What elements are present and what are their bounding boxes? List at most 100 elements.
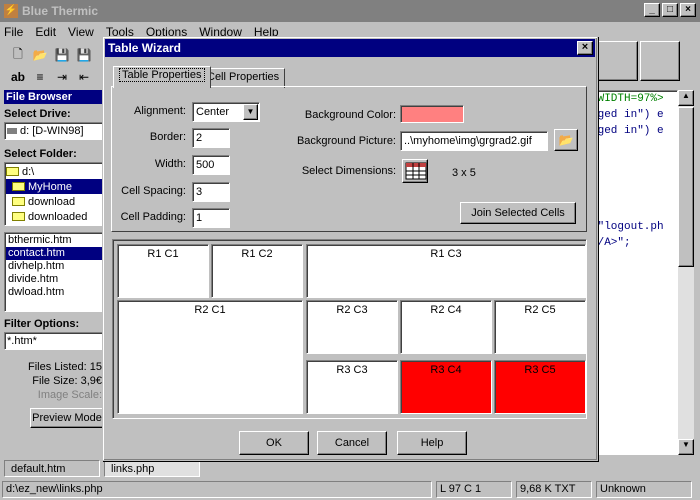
new-file-icon[interactable]: 🗋 (8, 45, 28, 65)
drive-value: d: [D-WIN98] (20, 125, 84, 137)
background-color-swatch[interactable] (400, 105, 464, 123)
editor-scrollbar[interactable]: ▲ ▼ (678, 90, 694, 455)
background-picture-label: Background Picture: (296, 135, 396, 147)
table-properties-panel: Alignment: Center ▼ Border: 2 Width: 500… (111, 86, 587, 232)
folder-label: downloaded (28, 210, 88, 223)
menu-file[interactable]: File (4, 25, 23, 39)
satellite-dish-icon[interactable] (640, 41, 680, 81)
width-input[interactable]: 500 (192, 155, 230, 175)
file-item-selected[interactable]: contact.htm (6, 247, 102, 260)
background-picture-input[interactable]: ..\myhome\img\grgrad2.gif (400, 131, 548, 151)
indent-icon[interactable]: ⇥ (52, 67, 72, 87)
save-all-icon[interactable]: 💾 (74, 45, 94, 65)
open-folder-icon[interactable]: 📂 (30, 45, 50, 65)
table-cell[interactable]: R2 C4 (400, 300, 492, 354)
edit-pen-icon[interactable] (598, 41, 638, 81)
maximize-button[interactable]: □ (662, 3, 678, 17)
filter-input[interactable]: *.htm* (4, 332, 104, 350)
file-list[interactable]: bthermic.htm contact.htm divhelp.htm div… (4, 232, 104, 312)
table-cell[interactable]: R1 C1 (117, 244, 209, 298)
dimensions-value: 3 x 5 (452, 167, 476, 179)
table-grid-icon[interactable] (402, 159, 428, 183)
preview-mode-button[interactable]: Preview Mode (30, 408, 104, 428)
table-cell-selected[interactable]: R3 C5 (494, 360, 586, 414)
chevron-down-icon[interactable]: ▼ (243, 104, 258, 120)
code-line: \"logout.ph (591, 221, 664, 233)
document-tabs: default.htm links.php (0, 460, 700, 478)
scroll-down-icon[interactable]: ▼ (678, 439, 694, 455)
dialog-title: Table Wizard (108, 41, 182, 55)
table-grid-svg (405, 162, 427, 180)
tab-table-properties[interactable]: Table Properties (113, 66, 211, 88)
file-item[interactable]: bthermic.htm (6, 234, 102, 247)
table-cell[interactable]: R2 C5 (494, 300, 586, 354)
select-drive-label: Select Drive: (4, 108, 71, 120)
table-cell[interactable]: R2 C3 (306, 300, 398, 354)
status-position: L 97 C 1 (436, 481, 512, 498)
table-preview: R1 C1 R1 C2 R1 C3 R2 C1 R2 C3 R2 C4 R2 C… (112, 239, 587, 419)
image-scale: Image Scale: (37, 389, 102, 401)
table-cell[interactable]: R1 C2 (211, 244, 303, 298)
file-browser-title: File Browser (4, 90, 104, 104)
code-editor[interactable]: WIDTH=97%> gged in") e gged in") e \"log… (590, 90, 678, 455)
join-selected-cells-button[interactable]: Join Selected Cells (460, 202, 576, 224)
minimize-button[interactable]: _ (644, 3, 660, 17)
ok-button[interactable]: OK (239, 431, 309, 455)
background-color-label: Background Color: (304, 109, 396, 121)
tab-links-php[interactable]: links.php (104, 460, 200, 477)
tab-default-htm[interactable]: default.htm (4, 460, 100, 477)
drive-select[interactable]: d: [D-WIN98] (4, 122, 104, 140)
menu-view[interactable]: View (68, 25, 94, 39)
table-cell[interactable]: R1 C3 (306, 244, 586, 298)
border-input[interactable]: 2 (192, 128, 230, 148)
code-line: WIDTH=97%> (591, 93, 664, 105)
cancel-button[interactable]: Cancel (317, 431, 387, 455)
status-encoding: Unknown (596, 481, 692, 498)
folder-item[interactable]: downloaded (6, 209, 102, 224)
table-cell-selected[interactable]: R3 C4 (400, 360, 492, 414)
files-listed: Files Listed: 15 (28, 361, 102, 373)
file-item[interactable]: divide.htm (6, 273, 102, 286)
file-item[interactable]: dwload.htm (6, 286, 102, 299)
outdent-icon[interactable]: ⇤ (74, 67, 94, 87)
close-button[interactable]: × (680, 3, 696, 17)
status-size: 9,68 K TXT (516, 481, 592, 498)
folder-item-selected[interactable]: MyHome (6, 179, 102, 194)
alignment-select[interactable]: Center ▼ (192, 102, 260, 122)
dialog-titlebar: Table Wizard × (105, 39, 595, 57)
statusbar: d:\ez_new\links.php L 97 C 1 9,68 K TXT … (0, 480, 700, 500)
tab-cell-properties-label: Cell Properties (207, 71, 280, 83)
code-line: gged in") e (591, 109, 664, 121)
table-cell[interactable]: R3 C3 (306, 360, 398, 414)
table-wizard-dialog: Table Wizard × Table Properties Cell Pro… (102, 36, 598, 461)
tab-cell-properties[interactable]: Cell Properties (201, 68, 286, 88)
tab-table-properties-label: Table Properties (119, 68, 205, 82)
folder-item[interactable]: d:\ (6, 164, 102, 179)
file-browser-pane: File Browser Select Drive: d: [D-WIN98] … (4, 90, 104, 460)
border-label: Border: (149, 131, 186, 143)
alignment-value: Center (196, 106, 230, 118)
align-icon[interactable]: ≡ (30, 67, 50, 87)
app-title: Blue Thermic (22, 4, 99, 18)
drive-icon (7, 128, 17, 134)
folder-label: download (28, 195, 76, 208)
folder-item[interactable]: download (6, 194, 102, 209)
browse-folder-icon[interactable]: 📂 (554, 129, 578, 151)
menu-edit[interactable]: Edit (35, 25, 56, 39)
folder-icon (12, 197, 25, 206)
file-item[interactable]: divhelp.htm (6, 260, 102, 273)
save-icon[interactable]: 💾 (52, 45, 72, 65)
help-button[interactable]: Help (397, 431, 467, 455)
scroll-thumb[interactable] (678, 107, 694, 267)
toolbar: 🗋 📂 💾 💾 ab ≡ ⇥ ⇤ (0, 41, 110, 89)
table-cell[interactable]: R2 C1 (117, 300, 303, 414)
scroll-up-icon[interactable]: ▲ (678, 90, 694, 106)
spellcheck-icon[interactable]: ab (8, 67, 28, 87)
folder-tree[interactable]: d:\ MyHome download downloaded (4, 162, 104, 226)
status-path: d:\ez_new\links.php (2, 481, 432, 498)
cell-spacing-input[interactable]: 3 (192, 182, 230, 202)
dialog-close-button[interactable]: × (577, 41, 593, 55)
cell-padding-input[interactable]: 1 (192, 208, 230, 228)
file-size: File Size: 3,9€ (32, 375, 102, 387)
